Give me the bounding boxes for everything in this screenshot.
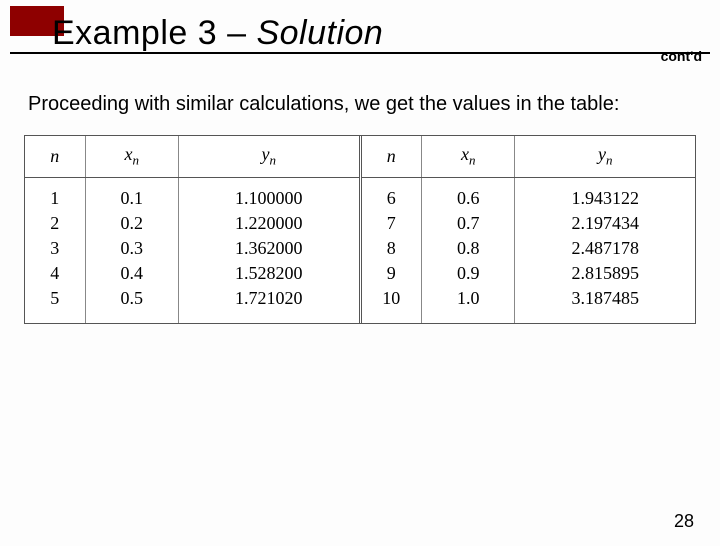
table-row: 80.82.487178 bbox=[362, 236, 696, 261]
col-header-n: n bbox=[25, 136, 85, 177]
table-row: 101.03.187485 bbox=[362, 286, 696, 323]
table-left-half: n xn yn 10.11.100000 20.21.220000 30.31.… bbox=[25, 136, 362, 323]
data-table: n xn yn 10.11.100000 20.21.220000 30.31.… bbox=[24, 135, 696, 324]
slide-title: Example 3 – Solution bbox=[52, 14, 383, 53]
title-bar: Example 3 – Solution cont'd bbox=[0, 6, 720, 70]
col-header-yn: yn bbox=[515, 136, 695, 177]
table-right-half: n xn yn 60.61.943122 70.72.197434 80.82.… bbox=[362, 136, 696, 323]
col-header-yn: yn bbox=[178, 136, 358, 177]
col-header-xn: xn bbox=[85, 136, 178, 177]
page-number: 28 bbox=[674, 511, 694, 532]
title-prefix: Example 3 – bbox=[52, 14, 256, 52]
body-paragraph: Proceeding with similar calculations, we… bbox=[28, 90, 692, 119]
table-row: 10.11.100000 bbox=[25, 177, 359, 211]
table-row: 60.61.943122 bbox=[362, 177, 696, 211]
col-header-xn: xn bbox=[422, 136, 515, 177]
table-row: 50.51.721020 bbox=[25, 286, 359, 323]
table-row: 20.21.220000 bbox=[25, 211, 359, 236]
table-row: 90.92.815895 bbox=[362, 261, 696, 286]
table-row: 30.31.362000 bbox=[25, 236, 359, 261]
col-header-n: n bbox=[362, 136, 422, 177]
table-row: 40.41.528200 bbox=[25, 261, 359, 286]
continued-label: cont'd bbox=[661, 48, 702, 64]
table-header-row: n xn yn bbox=[25, 136, 359, 177]
title-italic: Solution bbox=[256, 14, 383, 52]
table-row: 70.72.197434 bbox=[362, 211, 696, 236]
table-header-row: n xn yn bbox=[362, 136, 696, 177]
